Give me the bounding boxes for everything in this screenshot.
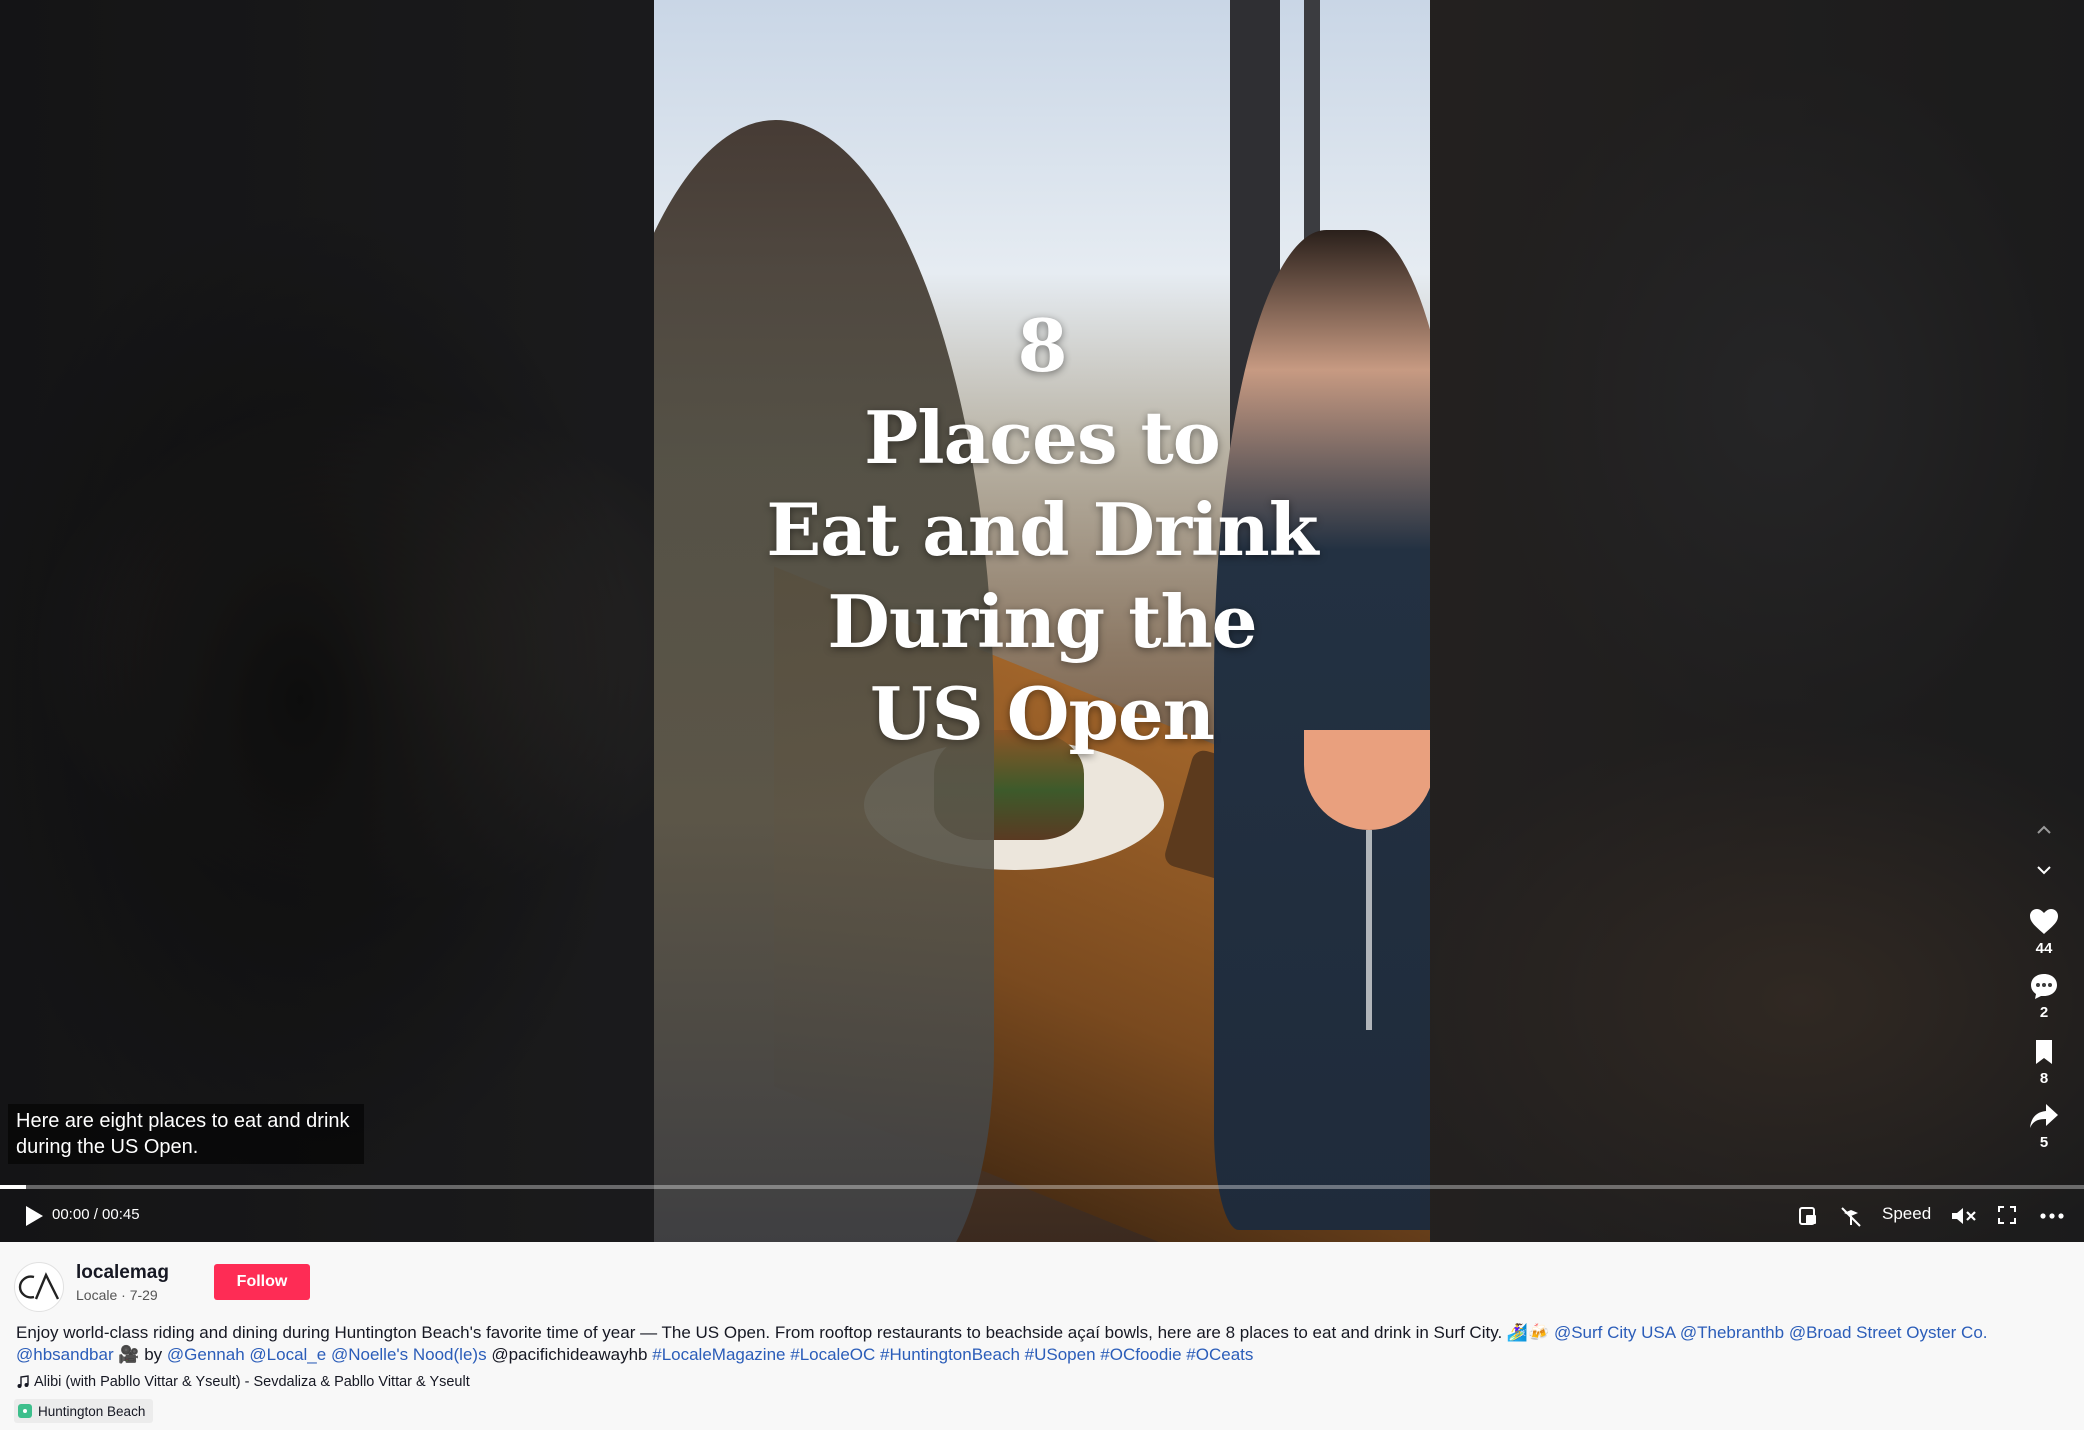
hashtag-link[interactable]: #HuntingtonBeach [880,1345,1020,1364]
like-count: 44 [2035,940,2053,957]
picture-in-picture-button[interactable] [1796,1204,1820,1228]
picture-in-picture-icon [1799,1207,1816,1225]
fullscreen-button[interactable] [1996,1204,2018,1226]
music-track[interactable]: Alibi (with Pabllo Vittar & Yseult) - Se… [16,1374,470,1390]
comment-button[interactable]: 2 [2022,972,2066,1021]
hashtag-link[interactable]: #LocaleOC [790,1345,875,1364]
more-options-button[interactable] [2038,1204,2066,1228]
bookmark-icon [2036,1040,2052,1064]
video-frame[interactable]: 8 Places to Eat and Drink During the US … [654,0,1430,1242]
overlay-title-line: During the [827,579,1257,664]
mention-link[interactable]: @Local_e [249,1345,326,1364]
muted-speaker-icon [1952,1208,1976,1224]
description-text: 🎥 by [113,1345,167,1364]
music-note-icon [17,1375,29,1388]
more-icon [2040,1213,2064,1219]
fullscreen-icon [1998,1206,2016,1224]
description-text: Enjoy world-class riding and dining duri… [16,1323,1554,1342]
save-button[interactable]: 8 [2022,1038,2066,1087]
like-button[interactable]: 44 [2022,908,2066,957]
hashtag-link[interactable]: #OCeats [1186,1345,1253,1364]
share-count: 5 [2039,1134,2049,1151]
location-tag[interactable]: Huntington Beach [14,1399,154,1423]
no-distraction-icon [1841,1207,1861,1227]
post-description: Enjoy world-class riding and dining duri… [16,1322,2076,1366]
share-icon [2030,1104,2058,1128]
share-button[interactable]: 5 [2022,1102,2066,1151]
comment-count: 2 [2039,1004,2049,1021]
mention-link[interactable]: @Noelle's Nood(le)s [331,1345,487,1364]
hashtag-link[interactable]: #USopen [1025,1345,1096,1364]
author-username[interactable]: localemag [76,1262,169,1284]
play-icon [26,1206,43,1226]
mention-link[interactable]: @Thebranthb [1680,1323,1784,1342]
next-video-button[interactable] [2022,860,2066,880]
post-info-panel: localemag Locale · 7-29 Follow Enjoy wor… [0,1242,2084,1430]
follow-button[interactable]: Follow [214,1264,310,1300]
hashtag-link[interactable]: #LocaleMagazine [652,1345,785,1364]
chevron-down-icon [2037,866,2051,875]
mute-button[interactable] [1950,1204,1978,1228]
description-plain-mention: @pacifichideawayhb [491,1345,648,1364]
music-title: Alibi (with Pabllo Vittar & Yseult) - Se… [34,1374,470,1390]
mention-link[interactable]: @Gennah [167,1345,245,1364]
mention-link[interactable]: @Broad Street Oyster Co. [1789,1323,1988,1342]
progress-bar-fill [0,1185,26,1189]
scene-glass-stem [1366,830,1372,1030]
player-controls: 00:00 / 00:45 Speed [0,1196,2084,1236]
video-caption: Here are eight places to eat and drink d… [8,1104,364,1164]
time-display: 00:00 / 00:45 [52,1206,140,1223]
video-player[interactable]: 8 Places to Eat and Drink During the US … [0,0,2084,1242]
locale-logo-icon [18,1272,60,1300]
comment-icon [2031,974,2057,999]
location-label: Huntington Beach [38,1403,146,1419]
speed-button[interactable]: Speed [1882,1204,1931,1224]
progress-bar[interactable] [0,1185,2084,1189]
author-meta: Locale · 7-29 [76,1287,158,1303]
video-overlay-title: 8 Places to Eat and Drink During the US … [654,300,1430,760]
chevron-up-icon [2037,825,2051,834]
avatar[interactable] [14,1262,64,1312]
location-pin-icon [18,1404,32,1418]
play-button[interactable] [22,1202,46,1230]
no-distraction-button[interactable] [1838,1204,1864,1230]
mention-link[interactable]: @Surf City USA [1554,1323,1675,1342]
overlay-title-line: US Open [869,671,1215,756]
overlay-title-line: Places to [864,395,1221,480]
hashtag-link[interactable]: #OCfoodie [1100,1345,1181,1364]
save-count: 8 [2039,1070,2049,1087]
overlay-title-line: Eat and Drink [766,487,1318,572]
mention-link[interactable]: @hbsandbar [16,1345,114,1364]
heart-icon [2030,909,2058,934]
overlay-title-line: 8 [1017,303,1067,388]
previous-video-button[interactable] [2022,820,2066,840]
